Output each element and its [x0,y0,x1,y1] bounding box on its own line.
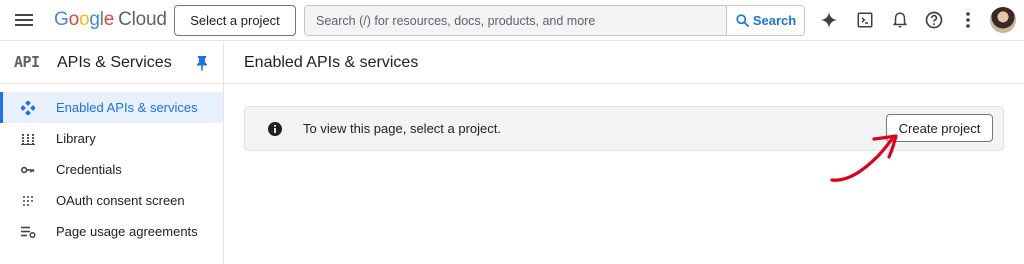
key-icon [20,162,36,178]
sidebar-item-oauth-consent[interactable]: OAuth consent screen [0,185,223,216]
info-icon [268,122,282,136]
google-cloud-logo[interactable]: Google Cloud [54,9,167,31]
page-title: Enabled APIs & services [244,54,419,71]
main-header: Enabled APIs & services [225,42,1024,84]
hamburger-menu-icon[interactable] [14,11,34,29]
sidebar-item-library[interactable]: Library [0,123,223,154]
cloud-shell-terminal-icon[interactable] [854,9,876,31]
sidebar-item-enabled-apis[interactable]: Enabled APIs & services [0,92,223,123]
sidebar: API APIs & Services Enabled APIs & servi… [0,42,224,264]
sidebar-item-page-usage[interactable]: Page usage agreements [0,216,223,247]
search-button[interactable]: Search [726,6,804,35]
api-logo-icon: API [14,53,40,71]
select-project-button[interactable]: Select a project [174,5,296,36]
library-icon [20,131,36,147]
apis-diamond-icon [20,100,36,116]
top-bar: Google Cloud Select a project Search [0,0,1024,41]
sidebar-item-label: Library [56,131,96,146]
banner-message: To view this page, select a project. [303,121,501,136]
logo-cloud-text: Cloud [118,9,167,30]
pin-icon[interactable] [195,55,209,71]
sidebar-item-credentials[interactable]: Credentials [0,154,223,185]
gemini-sparkle-icon[interactable] [818,9,840,31]
search-box: Search [304,5,805,36]
sidebar-item-label: Enabled APIs & services [56,100,198,115]
sidebar-header: API APIs & Services [0,42,224,84]
annotation-arrow-icon [830,134,898,182]
settings-list-icon [20,224,36,240]
more-options-icon[interactable] [957,9,979,31]
sidebar-item-label: Page usage agreements [56,224,198,239]
notifications-bell-icon[interactable] [889,9,911,31]
sidebar-title: APIs & Services [57,54,172,71]
account-avatar[interactable] [990,7,1016,33]
help-icon[interactable] [923,9,945,31]
sidebar-item-label: Credentials [56,162,122,177]
logo-google-text: Google [54,9,115,30]
search-input[interactable] [305,6,726,35]
sidebar-item-label: OAuth consent screen [56,193,185,208]
search-icon [736,14,749,27]
sidebar-nav: Enabled APIs & services Library Credenti… [0,92,223,247]
oauth-icon [20,193,36,209]
search-button-label: Search [752,13,797,28]
